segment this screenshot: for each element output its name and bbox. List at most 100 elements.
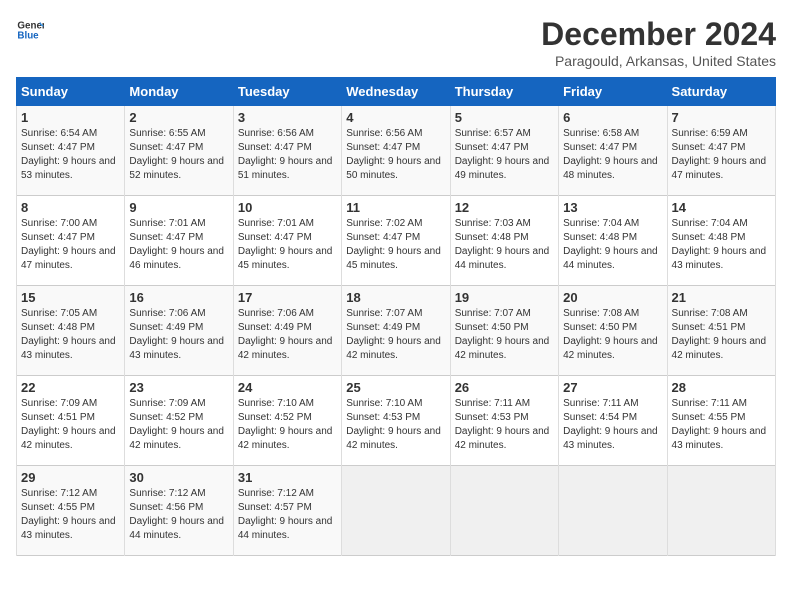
week-row-2: 8 Sunrise: 7:00 AMSunset: 4:47 PMDaylight… xyxy=(17,196,776,286)
day-info: Sunrise: 7:07 AMSunset: 4:49 PMDaylight:… xyxy=(346,307,445,363)
day-info: Sunrise: 6:56 AMSunset: 4:47 PMDaylight:… xyxy=(238,127,337,183)
svg-text:Blue: Blue xyxy=(17,30,39,41)
day-info: Sunrise: 7:12 AMSunset: 4:56 PMDaylight:… xyxy=(129,487,228,543)
day-info: Sunrise: 7:03 AMSunset: 4:48 PMDaylight:… xyxy=(455,217,554,273)
day-number: 25 xyxy=(346,380,445,395)
logo-icon: General Blue xyxy=(16,16,44,44)
calendar-cell: 23Sunrise: 7:09 AMSunset: 4:52 PMDayligh… xyxy=(125,376,233,466)
title-section: December 2024 Paragould, Arkansas, Unite… xyxy=(541,16,776,69)
calendar-cell: 5 Sunrise: 6:57 AMSunset: 4:47 PMDaylight… xyxy=(450,106,558,196)
week-row-5: 29 Sunrise: 7:12 AMSunset: 4:55 PMDayligh… xyxy=(17,466,776,556)
day-info: Sunrise: 7:12 AMSunset: 4:55 PMDaylight:… xyxy=(21,487,120,543)
header-day-saturday: Saturday xyxy=(667,78,775,106)
day-info: Sunrise: 7:08 AMSunset: 4:51 PMDaylight:… xyxy=(672,307,771,363)
calendar-cell: 29 Sunrise: 7:12 AMSunset: 4:55 PMDayligh… xyxy=(17,466,125,556)
day-info: Sunrise: 6:59 AMSunset: 4:47 PMDaylight:… xyxy=(672,127,771,183)
day-info: Sunrise: 7:04 AMSunset: 4:48 PMDaylight:… xyxy=(672,217,771,273)
day-info: Sunrise: 7:09 AMSunset: 4:51 PMDaylight:… xyxy=(21,397,120,453)
header-day-sunday: Sunday xyxy=(17,78,125,106)
day-number: 2 xyxy=(129,110,228,125)
day-info: Sunrise: 7:11 AMSunset: 4:53 PMDaylight:… xyxy=(455,397,554,453)
calendar-cell: 31 Sunrise: 7:12 AMSunset: 4:57 PMDayligh… xyxy=(233,466,341,556)
day-info: Sunrise: 7:01 AMSunset: 4:47 PMDaylight:… xyxy=(238,217,337,273)
day-number: 12 xyxy=(455,200,554,215)
week-row-3: 15 Sunrise: 7:05 AMSunset: 4:48 PMDayligh… xyxy=(17,286,776,376)
day-number: 20 xyxy=(563,290,662,305)
day-info: Sunrise: 7:06 AMSunset: 4:49 PMDaylight:… xyxy=(238,307,337,363)
day-number: 5 xyxy=(455,110,554,125)
logo: General Blue xyxy=(16,16,44,44)
day-number: 11 xyxy=(346,200,445,215)
header-day-tuesday: Tuesday xyxy=(233,78,341,106)
calendar-cell xyxy=(559,466,667,556)
calendar-cell xyxy=(667,466,775,556)
day-number: 14 xyxy=(672,200,771,215)
calendar-cell: 19 Sunrise: 7:07 AMSunset: 4:50 PMDayligh… xyxy=(450,286,558,376)
calendar-cell: 16Sunrise: 7:06 AMSunset: 4:49 PMDayligh… xyxy=(125,286,233,376)
calendar-cell: 7 Sunrise: 6:59 AMSunset: 4:47 PMDaylight… xyxy=(667,106,775,196)
calendar-cell: 3 Sunrise: 6:56 AMSunset: 4:47 PMDaylight… xyxy=(233,106,341,196)
day-number: 8 xyxy=(21,200,120,215)
calendar-cell: 15 Sunrise: 7:05 AMSunset: 4:48 PMDayligh… xyxy=(17,286,125,376)
calendar-cell: 24Sunrise: 7:10 AMSunset: 4:52 PMDayligh… xyxy=(233,376,341,466)
day-info: Sunrise: 6:57 AMSunset: 4:47 PMDaylight:… xyxy=(455,127,554,183)
header: General Blue December 2024 Paragould, Ar… xyxy=(16,16,776,69)
calendar-cell xyxy=(450,466,558,556)
day-info: Sunrise: 7:09 AMSunset: 4:52 PMDaylight:… xyxy=(129,397,228,453)
day-info: Sunrise: 6:56 AMSunset: 4:47 PMDaylight:… xyxy=(346,127,445,183)
location-subtitle: Paragould, Arkansas, United States xyxy=(541,53,776,69)
day-number: 4 xyxy=(346,110,445,125)
day-info: Sunrise: 6:58 AMSunset: 4:47 PMDaylight:… xyxy=(563,127,662,183)
day-info: Sunrise: 7:11 AMSunset: 4:54 PMDaylight:… xyxy=(563,397,662,453)
day-info: Sunrise: 7:10 AMSunset: 4:52 PMDaylight:… xyxy=(238,397,337,453)
week-row-1: 1 Sunrise: 6:54 AMSunset: 4:47 PMDaylight… xyxy=(17,106,776,196)
day-number: 9 xyxy=(129,200,228,215)
day-info: Sunrise: 7:07 AMSunset: 4:50 PMDaylight:… xyxy=(455,307,554,363)
calendar-cell: 21Sunrise: 7:08 AMSunset: 4:51 PMDayligh… xyxy=(667,286,775,376)
day-number: 6 xyxy=(563,110,662,125)
day-number: 18 xyxy=(346,290,445,305)
day-info: Sunrise: 7:08 AMSunset: 4:50 PMDaylight:… xyxy=(563,307,662,363)
day-number: 26 xyxy=(455,380,554,395)
day-info: Sunrise: 7:12 AMSunset: 4:57 PMDaylight:… xyxy=(238,487,337,543)
calendar-cell: 20 Sunrise: 7:08 AMSunset: 4:50 PMDayligh… xyxy=(559,286,667,376)
day-info: Sunrise: 7:05 AMSunset: 4:48 PMDaylight:… xyxy=(21,307,120,363)
day-info: Sunrise: 7:11 AMSunset: 4:55 PMDaylight:… xyxy=(672,397,771,453)
day-number: 19 xyxy=(455,290,554,305)
calendar-table: SundayMondayTuesdayWednesdayThursdayFrid… xyxy=(16,77,776,556)
calendar-cell: 12 Sunrise: 7:03 AMSunset: 4:48 PMDayligh… xyxy=(450,196,558,286)
header-day-wednesday: Wednesday xyxy=(342,78,450,106)
calendar-cell: 14 Sunrise: 7:04 AMSunset: 4:48 PMDayligh… xyxy=(667,196,775,286)
day-number: 30 xyxy=(129,470,228,485)
header-day-friday: Friday xyxy=(559,78,667,106)
header-day-monday: Monday xyxy=(125,78,233,106)
calendar-cell: 8 Sunrise: 7:00 AMSunset: 4:47 PMDaylight… xyxy=(17,196,125,286)
calendar-cell xyxy=(342,466,450,556)
calendar-cell: 1 Sunrise: 6:54 AMSunset: 4:47 PMDaylight… xyxy=(17,106,125,196)
week-row-4: 22Sunrise: 7:09 AMSunset: 4:51 PMDayligh… xyxy=(17,376,776,466)
month-title: December 2024 xyxy=(541,16,776,53)
day-info: Sunrise: 7:00 AMSunset: 4:47 PMDaylight:… xyxy=(21,217,120,273)
day-number: 3 xyxy=(238,110,337,125)
calendar-cell: 27 Sunrise: 7:11 AMSunset: 4:54 PMDayligh… xyxy=(559,376,667,466)
day-number: 29 xyxy=(21,470,120,485)
day-number: 13 xyxy=(563,200,662,215)
header-day-thursday: Thursday xyxy=(450,78,558,106)
calendar-cell: 25Sunrise: 7:10 AMSunset: 4:53 PMDayligh… xyxy=(342,376,450,466)
day-number: 10 xyxy=(238,200,337,215)
calendar-cell: 4 Sunrise: 6:56 AMSunset: 4:47 PMDaylight… xyxy=(342,106,450,196)
day-number: 7 xyxy=(672,110,771,125)
calendar-cell: 22Sunrise: 7:09 AMSunset: 4:51 PMDayligh… xyxy=(17,376,125,466)
day-info: Sunrise: 6:54 AMSunset: 4:47 PMDaylight:… xyxy=(21,127,120,183)
calendar-cell: 13 Sunrise: 7:04 AMSunset: 4:48 PMDayligh… xyxy=(559,196,667,286)
calendar-cell: 28Sunrise: 7:11 AMSunset: 4:55 PMDayligh… xyxy=(667,376,775,466)
day-info: Sunrise: 7:04 AMSunset: 4:48 PMDaylight:… xyxy=(563,217,662,273)
day-number: 16 xyxy=(129,290,228,305)
day-number: 1 xyxy=(21,110,120,125)
calendar-cell: 9 Sunrise: 7:01 AMSunset: 4:47 PMDaylight… xyxy=(125,196,233,286)
day-number: 27 xyxy=(563,380,662,395)
day-number: 31 xyxy=(238,470,337,485)
day-info: Sunrise: 7:01 AMSunset: 4:47 PMDaylight:… xyxy=(129,217,228,273)
calendar-cell: 2Sunrise: 6:55 AMSunset: 4:47 PMDaylight… xyxy=(125,106,233,196)
day-number: 15 xyxy=(21,290,120,305)
